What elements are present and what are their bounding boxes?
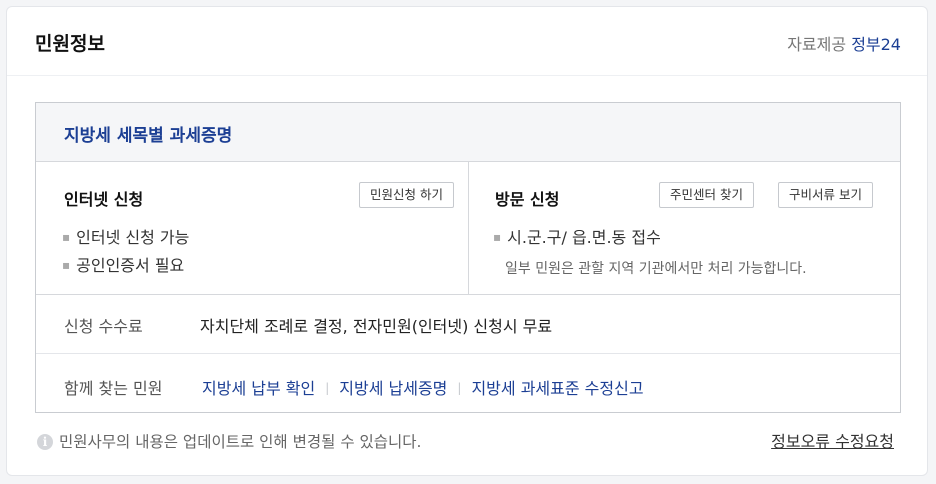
list-item-text: 인터넷 신청 가능 [76, 228, 190, 247]
related-link[interactable]: 지방세 납세증명 [339, 379, 447, 398]
provider-brand-link[interactable]: 정부24 [851, 35, 901, 54]
separator: | [457, 381, 462, 395]
list-item: ▪ 시.군.구/ 읍.면.동 접수 [493, 224, 661, 248]
visit-note: 일부 민원은 관할 지역 기관에서만 처리 가능합니다. [505, 261, 807, 277]
internet-application-title: 인터넷 신청 [64, 190, 144, 209]
view-required-documents-button[interactable]: 구비서류 보기 [778, 182, 873, 208]
list-item: ▪ 인터넷 신청 가능 [62, 224, 189, 248]
related-label: 함께 찾는 민원 [64, 379, 163, 398]
list-item: ▪ 공인인증서 필요 [62, 252, 184, 276]
visit-application: 방문 신청 주민센터 찾기 구비서류 보기 ▪ 시.군.구/ 읍.면.동 접수 일… [469, 162, 900, 294]
info-icon: i [37, 434, 53, 450]
find-community-center-button[interactable]: 주민센터 찾기 [659, 182, 754, 208]
civil-info-card: 민원정보 자료제공 정부24 지방세 세목별 과세증명 인터넷 신청 민원신청 … [6, 6, 928, 476]
service-title: 지방세 세목별 과세증명 [64, 126, 233, 146]
separator: | [325, 381, 330, 395]
service-header: 지방세 세목별 과세증명 [36, 103, 900, 162]
card-title: 민원정보 [35, 33, 105, 55]
list-item-text: 공인인증서 필요 [76, 256, 185, 275]
fee-row: 신청 수수료 자치단체 조례로 결정, 전자민원(인터넷) 신청시 무료 [36, 295, 900, 354]
application-methods: 인터넷 신청 민원신청 하기 ▪ 인터넷 신청 가능 ▪ 공인인증서 필요 방문 신… [36, 162, 900, 295]
bullet-icon: ▪ [493, 230, 502, 244]
data-provider: 자료제공 정부24 [787, 31, 901, 55]
related-link[interactable]: 지방세 납부 확인 [202, 379, 315, 398]
report-error-link[interactable]: 정보오류 수정요청 [771, 428, 894, 452]
related-services: 함께 찾는 민원 지방세 납부 확인 | 지방세 납세증명 | 지방세 과세표준 수정신… [36, 354, 900, 415]
bullet-icon: ▪ [62, 230, 71, 244]
service-box: 지방세 세목별 과세증명 인터넷 신청 민원신청 하기 ▪ 인터넷 신청 가능 ▪… [35, 102, 901, 413]
visit-application-title: 방문 신청 [495, 190, 560, 209]
update-notice: i 민원사무의 내용은 업데이트로 인해 변경될 수 있습니다. [37, 430, 421, 452]
apply-online-button[interactable]: 민원신청 하기 [359, 182, 454, 208]
list-item-text: 시.군.구/ 읍.면.동 접수 [507, 228, 661, 247]
provider-prefix: 자료제공 [787, 35, 847, 54]
card-header: 민원정보 자료제공 정부24 [7, 7, 927, 76]
related-links: 지방세 납부 확인 | 지방세 납세증명 | 지방세 과세표준 수정신고 [202, 375, 644, 399]
bullet-icon: ▪ [62, 258, 71, 272]
related-link[interactable]: 지방세 과세표준 수정신고 [471, 379, 643, 398]
fee-label: 신청 수수료 [64, 317, 143, 336]
fee-value: 자치단체 조례로 결정, 전자민원(인터넷) 신청시 무료 [200, 317, 553, 336]
internet-application: 인터넷 신청 민원신청 하기 ▪ 인터넷 신청 가능 ▪ 공인인증서 필요 [36, 162, 469, 294]
update-notice-text: 민원사무의 내용은 업데이트로 인해 변경될 수 있습니다. [59, 433, 422, 451]
